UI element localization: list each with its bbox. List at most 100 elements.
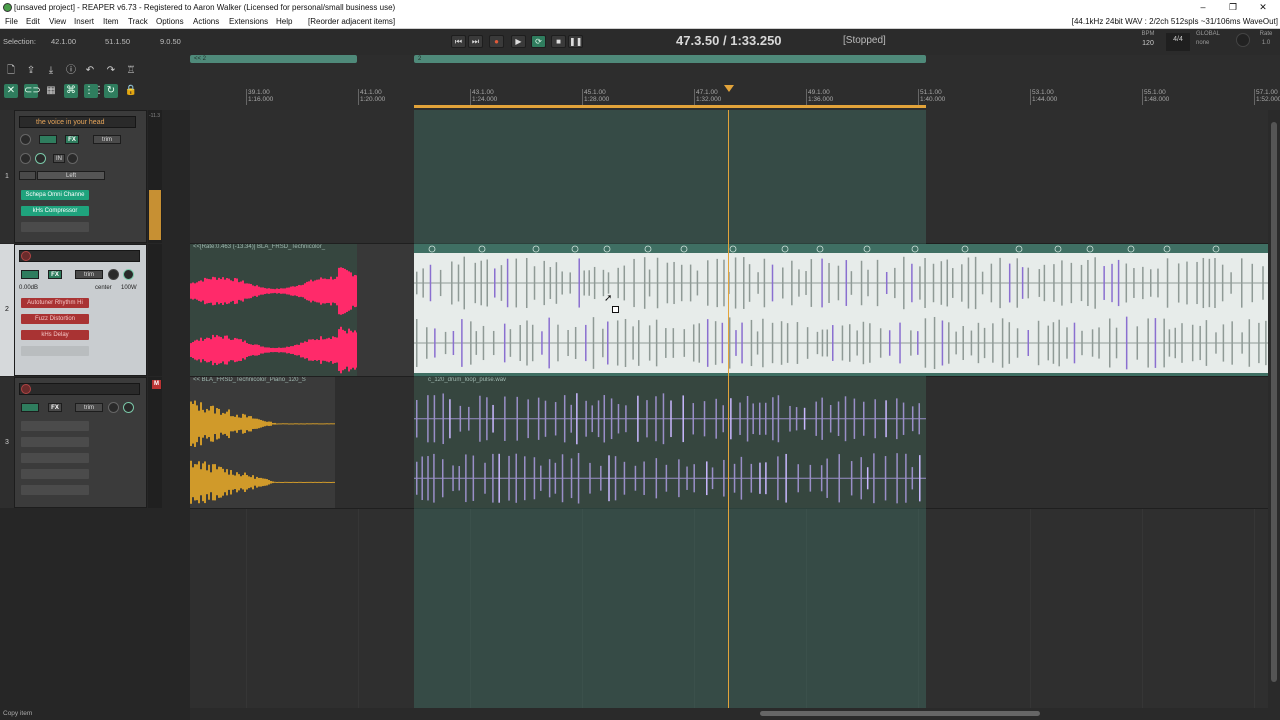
volume-knob[interactable] bbox=[108, 402, 119, 413]
stretch-marker-icon[interactable] bbox=[1054, 245, 1062, 253]
global-playrate[interactable]: GLOBAL none bbox=[1196, 31, 1230, 46]
selection-end[interactable]: 51.1.50 bbox=[105, 37, 130, 46]
track-panel-3[interactable]: FX trim bbox=[14, 377, 147, 508]
route-button[interactable] bbox=[39, 135, 57, 144]
selection-start[interactable]: 42.1.00 bbox=[51, 37, 76, 46]
scroll-thumb[interactable] bbox=[1271, 122, 1277, 682]
vertical-scrollbar[interactable] bbox=[1268, 110, 1280, 708]
time-signature[interactable]: 4/4 bbox=[1166, 33, 1190, 51]
menu-track[interactable]: Track bbox=[128, 15, 148, 29]
stretch-marker-icon[interactable] bbox=[911, 245, 919, 253]
fx-slot-empty-1[interactable] bbox=[21, 421, 89, 431]
stretch-marker-icon[interactable] bbox=[1086, 245, 1094, 253]
lock-icon[interactable]: 🔒 bbox=[124, 84, 138, 98]
track-number[interactable]: 2 bbox=[0, 244, 14, 376]
fx-button[interactable]: FX bbox=[48, 403, 62, 412]
loop-range-bar[interactable] bbox=[414, 105, 926, 108]
metronome-icon[interactable]: ♖ bbox=[124, 64, 138, 78]
scroll-thumb[interactable] bbox=[760, 711, 1040, 716]
media-item-left[interactable]: <<[Rate:0.463 (-13.34)] BLA_FRSD_Technic… bbox=[190, 244, 357, 376]
menu-insert[interactable]: Insert bbox=[74, 15, 94, 29]
menu-edit[interactable]: Edit bbox=[26, 15, 40, 29]
route-button[interactable] bbox=[21, 403, 39, 412]
minimize-button[interactable]: – bbox=[1188, 0, 1218, 15]
stretch-marker-icon[interactable] bbox=[680, 245, 688, 253]
menu-help[interactable]: Help bbox=[276, 15, 292, 29]
fx-slot-empty-2[interactable] bbox=[21, 437, 89, 447]
menu-file[interactable]: File bbox=[5, 15, 18, 29]
fx-slot-empty-3[interactable] bbox=[21, 453, 89, 463]
track-number[interactable]: 1 bbox=[0, 110, 14, 243]
fx-bypass-button[interactable] bbox=[19, 171, 36, 180]
rate-knob[interactable] bbox=[1236, 33, 1250, 47]
rate-display[interactable]: Rate 1.0 bbox=[1254, 31, 1278, 46]
region-marker-prev[interactable]: << 2 bbox=[190, 55, 357, 63]
settings-icon[interactable]: ⓘ bbox=[64, 64, 78, 78]
stretch-marker-icon[interactable] bbox=[571, 245, 579, 253]
redo-icon[interactable]: ↷ bbox=[104, 64, 118, 78]
ripple-icon[interactable]: ✕ bbox=[4, 84, 18, 98]
position-timecode[interactable]: 47.3.50 / 1:33.250 bbox=[676, 33, 782, 48]
stretch-marker-icon[interactable] bbox=[781, 245, 789, 253]
track-panel-1[interactable]: the voice in your head FX trim IN Left S… bbox=[14, 110, 147, 243]
trim-button[interactable]: trim bbox=[93, 135, 121, 144]
media-item-drum-loop[interactable] bbox=[414, 244, 1268, 376]
record-arm-button[interactable] bbox=[21, 251, 31, 261]
stop-icon[interactable]: ■ bbox=[551, 35, 566, 48]
track-panel-2[interactable]: FX trim 0.00dB center 100W Autotuner Rhy… bbox=[14, 244, 147, 376]
input-knob[interactable] bbox=[67, 153, 78, 164]
fx-slot-2[interactable]: Fuzz Distortion bbox=[21, 314, 89, 324]
stretch-marker-icon[interactable] bbox=[644, 245, 652, 253]
menu-reorder-adjacent[interactable]: [Reorder adjacent items] bbox=[308, 15, 395, 29]
track-name[interactable] bbox=[19, 250, 140, 262]
menu-options[interactable]: Options bbox=[156, 15, 184, 29]
link-icon[interactable]: ⊂⊃ bbox=[24, 84, 41, 98]
route-button[interactable] bbox=[21, 270, 39, 279]
menu-extensions[interactable]: Extensions bbox=[229, 15, 268, 29]
pan-knob[interactable] bbox=[20, 153, 31, 164]
edit-cursor[interactable] bbox=[728, 110, 729, 708]
loop-icon[interactable]: ↻ bbox=[104, 84, 118, 98]
repeat-icon[interactable]: ⟳ bbox=[531, 35, 546, 48]
save-icon[interactable]: ⤓ bbox=[44, 64, 58, 78]
volume-knob[interactable] bbox=[20, 134, 31, 145]
maximize-button[interactable]: ❐ bbox=[1218, 0, 1248, 15]
close-button[interactable]: ✕ bbox=[1248, 0, 1278, 15]
pan-knob[interactable] bbox=[123, 402, 134, 413]
play-icon[interactable]: ▶ bbox=[511, 35, 526, 48]
stretch-marker-icon[interactable] bbox=[1212, 245, 1220, 253]
edit-cursor-flag[interactable] bbox=[724, 85, 734, 92]
stretch-marker-icon[interactable] bbox=[729, 245, 737, 253]
pause-icon[interactable]: ❚❚ bbox=[568, 35, 583, 48]
grid-icon[interactable]: ▦ bbox=[44, 84, 58, 98]
stretch-marker-icon[interactable] bbox=[1015, 245, 1023, 253]
input-button[interactable]: IN bbox=[53, 154, 65, 163]
mute-button[interactable]: M bbox=[152, 380, 161, 389]
arrange-view[interactable]: <<[Rate:0.463 (-13.34)] BLA_FRSD_Technic… bbox=[190, 110, 1268, 708]
horizontal-scrollbar[interactable] bbox=[190, 708, 1280, 720]
media-item-drum-pulse[interactable]: c_120_drum_loop_pulse.wav bbox=[414, 377, 926, 508]
fx-button[interactable]: FX bbox=[65, 135, 79, 144]
stretch-marker-icon[interactable] bbox=[863, 245, 871, 253]
media-item-piano[interactable]: << BLA_FRSD_Technicolor_Piano_120_S bbox=[190, 377, 335, 508]
fx-slot-empty[interactable] bbox=[21, 346, 89, 356]
fx-slot-empty-4[interactable] bbox=[21, 469, 89, 479]
stretch-marker-icon[interactable] bbox=[961, 245, 969, 253]
stretch-marker-icon[interactable] bbox=[1127, 245, 1135, 253]
go-to-end-icon[interactable]: ⏭ bbox=[468, 35, 483, 48]
record-icon[interactable]: ● bbox=[489, 35, 504, 48]
track-name[interactable]: the voice in your head bbox=[19, 116, 136, 128]
fx-slot-1[interactable]: Autotuner Rhythm Hi bbox=[21, 298, 89, 308]
trim-button[interactable]: trim bbox=[75, 270, 103, 279]
fx-slot-2[interactable]: kHs Compressor bbox=[21, 206, 89, 216]
stretch-marker-icon[interactable] bbox=[532, 245, 540, 253]
fx-slot-empty[interactable] bbox=[21, 222, 89, 232]
menu-actions[interactable]: Actions bbox=[193, 15, 219, 29]
grid-lines-icon[interactable]: ⋮⋮ bbox=[84, 84, 104, 98]
record-arm-button[interactable] bbox=[21, 384, 31, 394]
snap-icon[interactable]: ⌘ bbox=[64, 84, 78, 98]
trim-button[interactable]: trim bbox=[75, 403, 103, 412]
timeline-ruler[interactable]: << 2 2 39.1.00 1:16.000 41.1.00 1:20.000 43.… bbox=[190, 55, 1280, 110]
open-icon[interactable]: ⇪ bbox=[24, 64, 38, 78]
stretch-marker-icon[interactable] bbox=[478, 245, 486, 253]
